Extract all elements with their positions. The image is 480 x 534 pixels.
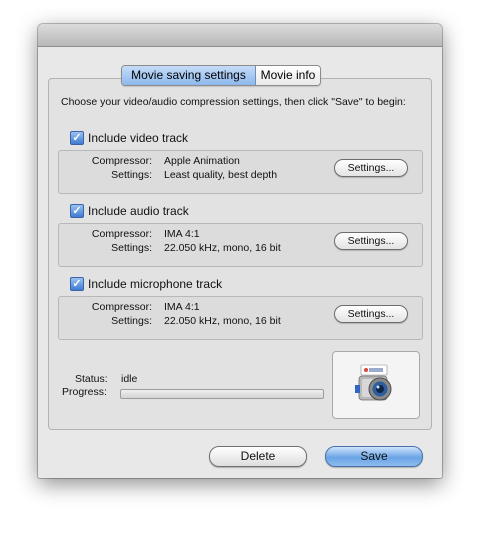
audio-compressor-value: IMA 4:1 [164, 228, 200, 240]
dialog-window: Movie saving settings Movie info Choose … [38, 24, 442, 478]
intro-text: Choose your video/audio compression sett… [61, 96, 406, 108]
microphone-settings-button[interactable]: Settings... [334, 305, 408, 323]
video-settings-group: Compressor: Settings: Apple Animation Le… [58, 150, 423, 194]
progress-label: Progress: [62, 386, 107, 398]
checkmark-icon[interactable]: ✓ [70, 277, 84, 291]
video-compressor-value: Apple Animation [164, 155, 240, 167]
title-bar[interactable] [38, 24, 442, 47]
audio-settings-group: Compressor: Settings: IMA 4:1 22.050 kHz… [58, 223, 423, 267]
microphone-compressor-value: IMA 4:1 [164, 301, 200, 313]
microphone-settings-label: Settings: [111, 315, 152, 327]
audio-settings-label: Settings: [111, 242, 152, 254]
audio-settings-value: 22.050 kHz, mono, 16 bit [164, 242, 281, 254]
tab-movie-saving-settings[interactable]: Movie saving settings [122, 66, 256, 85]
audio-settings-button[interactable]: Settings... [334, 232, 408, 250]
checkmark-icon[interactable]: ✓ [70, 204, 84, 218]
status-label: Status: [75, 373, 108, 385]
microphone-compressor-label: Compressor: [91, 301, 152, 313]
video-settings-button[interactable]: Settings... [334, 159, 408, 177]
video-settings-label: Settings: [111, 169, 152, 181]
audio-compressor-label: Compressor: [91, 228, 152, 240]
tab-bar: Movie saving settings Movie info [121, 65, 321, 86]
app-icon-box [332, 351, 420, 419]
progress-bar [120, 389, 324, 399]
save-button[interactable]: Save [325, 446, 423, 467]
microphone-settings-value: 22.050 kHz, mono, 16 bit [164, 315, 281, 327]
video-settings-value: Least quality, best depth [164, 169, 278, 181]
video-track-checkbox-row[interactable]: ✓ Include video track [70, 131, 188, 145]
checkmark-icon[interactable]: ✓ [70, 131, 84, 145]
tab-movie-info[interactable]: Movie info [256, 66, 320, 85]
audio-track-checkbox-row[interactable]: ✓ Include audio track [70, 204, 189, 218]
status-value: idle [121, 373, 138, 385]
microphone-track-label: Include microphone track [88, 277, 223, 291]
video-track-label: Include video track [88, 131, 189, 145]
microphone-settings-group: Compressor: Settings: IMA 4:1 22.050 kHz… [58, 296, 423, 340]
audio-track-label: Include audio track [88, 204, 189, 218]
microphone-track-checkbox-row[interactable]: ✓ Include microphone track [70, 277, 222, 291]
delete-button[interactable]: Delete [209, 446, 307, 467]
video-compressor-label: Compressor: [91, 155, 152, 167]
camera-icon [355, 364, 392, 401]
